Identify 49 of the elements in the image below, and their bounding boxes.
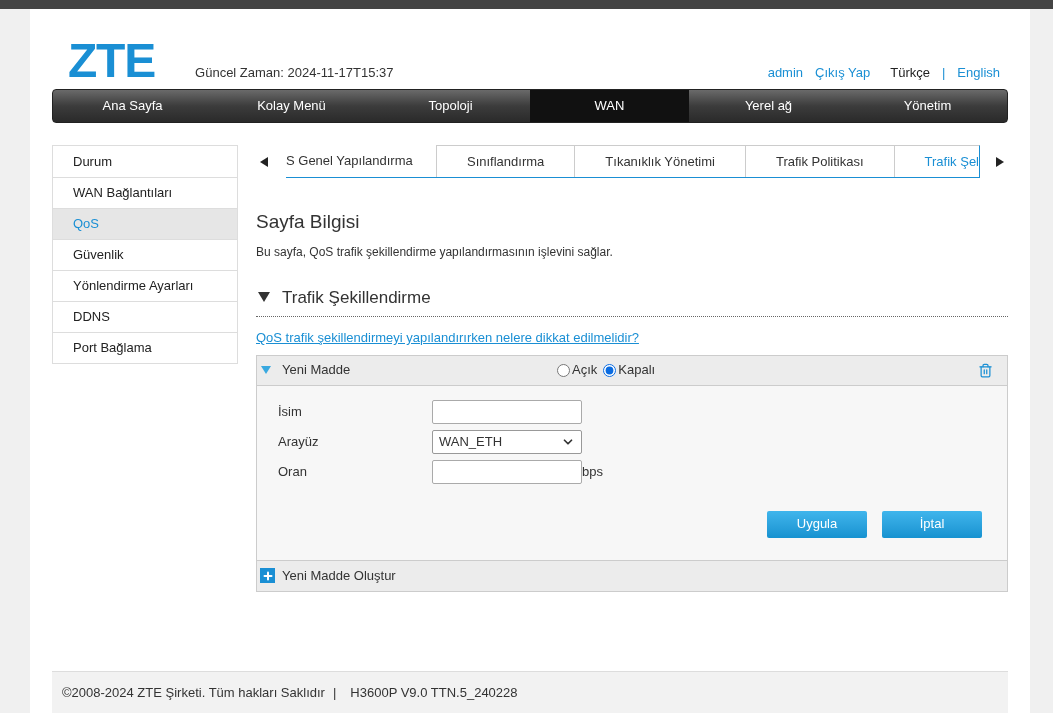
field-label: Arayüz [278,432,320,451]
nav-tab[interactable]: Ana Sayfa [53,90,212,122]
page-description: Bu sayfa, QoS trafik şekillendirme yapılandırmasının işlevini sağlar. [256,243,614,261]
version-text: H3600P V9.0 TTN.5_240228 [350,683,518,702]
sidebar-item[interactable]: Port Bağlama [53,332,237,363]
text-field[interactable] [432,459,582,484]
plus-icon [260,568,275,583]
radio-button[interactable] [557,363,570,377]
language-link[interactable]: Türkçe [890,62,930,82]
radio-button[interactable] [603,363,617,377]
sidebar-item[interactable]: Durum [53,146,237,177]
current-time: Güncel Zaman: 2024-11-17T15:37 [195,63,394,82]
field-label: İsim [278,402,303,421]
add-item-row[interactable]: Yeni Madde Oluştur [257,559,1007,591]
tab[interactable]: Trafik Şel [893,145,980,177]
item-title: Yeni Madde [282,361,352,380]
nav-tab[interactable]: Yönetim [848,90,1007,122]
sidebar-item[interactable]: Yönlendirme Ayarları [53,270,237,301]
tab[interactable]: Sınıflandırma [436,145,575,177]
nav-tab[interactable]: Topoloji [371,90,530,122]
separator: | [332,683,337,702]
sidebar-item[interactable]: Güvenlik [53,239,237,270]
interface-select[interactable]: WAN_ETH [432,429,582,454]
language-link[interactable]: English [957,62,1000,82]
nav-tab[interactable]: Kolay Menü [212,90,371,122]
text-field[interactable] [432,399,582,424]
help-link[interactable]: QoS trafik şekillendirmeyi yapılandırırken nelere dikkat edilmelidir? [256,328,639,348]
page-title: Sayfa Bilgisi [256,210,361,234]
radio-label: Kapalı [618,361,656,380]
collapse-icon[interactable] [258,292,270,303]
unit-label: bps [582,462,603,481]
scroll-right-icon[interactable] [996,156,1004,167]
add-item-label: Yeni Madde Oluştur [282,566,396,585]
tab[interactable]: Tıkanıklık Yönetimi [574,145,745,177]
separator: | [941,63,946,82]
logout-link[interactable]: Çıkış Yap [815,62,871,82]
field-label: Oran [278,462,308,481]
tab[interactable]: S Genel Yapılandırma [286,145,436,177]
zte-logo: ZTE [68,37,156,85]
sidebar-item[interactable]: DDNS [53,301,237,332]
scroll-left-icon[interactable] [260,156,268,167]
tab[interactable]: Trafik Politikası [744,145,894,177]
copyright-text: ©2008-2024 ZTE Şirketi. Tüm hakları Saklıdır [62,683,325,702]
radio-label: Açık [572,361,598,380]
delete-icon[interactable] [978,362,993,378]
nav-tab[interactable]: WAN [530,90,689,122]
user-link[interactable]: admin [767,62,804,82]
nav-tab[interactable]: Yerel ağ [689,90,848,122]
section-title: Trafik Şekillendirme [282,286,431,309]
